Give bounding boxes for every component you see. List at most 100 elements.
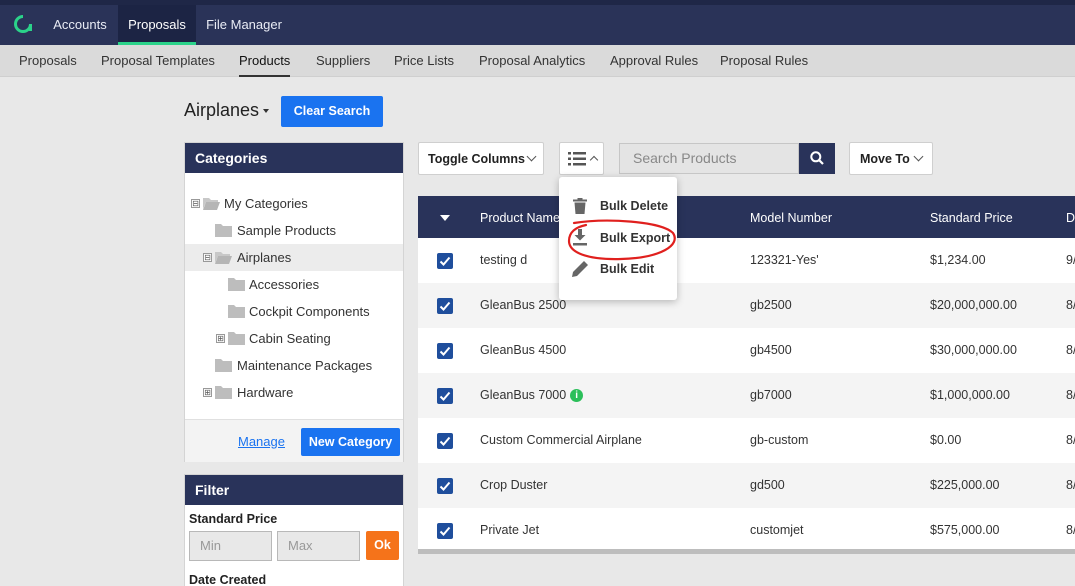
cell-model-number: gb-custom: [750, 433, 809, 447]
cell-product-name[interactable]: GleanBus 4500: [480, 328, 566, 373]
expand-icon[interactable]: ⊞: [203, 388, 212, 397]
folder-icon: [215, 224, 232, 237]
move-to-button[interactable]: Move To: [849, 142, 933, 175]
search-button[interactable]: [799, 143, 835, 174]
table-row[interactable]: testing d 123321-Yes' $1,234.00 9/: [418, 238, 1075, 283]
cell-product-name[interactable]: Custom Commercial Airplane: [480, 418, 642, 463]
cell-product-name[interactable]: Private Jet: [480, 508, 539, 553]
ok-button[interactable]: Ok: [366, 531, 399, 560]
row-checkbox[interactable]: [437, 388, 453, 404]
subnav-approval-rules[interactable]: Approval Rules: [610, 45, 698, 77]
tree-item-maintenance-packages[interactable]: Maintenance Packages: [185, 352, 403, 379]
tree-item-cabin-seating[interactable]: ⊞ Cabin Seating: [185, 325, 403, 352]
tree-item-label: Sample Products: [237, 223, 336, 238]
row-checkbox[interactable]: [437, 433, 453, 449]
categories-footer: Manage New Category: [185, 419, 403, 462]
table-row[interactable]: Private Jet customjet $575,000.00 8/: [418, 508, 1075, 553]
checkmark-icon: [439, 256, 451, 266]
cell-model-number: gb4500: [750, 343, 792, 357]
row-checkbox[interactable]: [437, 343, 453, 359]
topnav-proposals[interactable]: Proposals: [118, 5, 196, 45]
tree-item-sample-products[interactable]: Sample Products: [185, 217, 403, 244]
tree-item-label: My Categories: [224, 196, 308, 211]
search-input[interactable]: Search Products: [619, 143, 799, 174]
collapse-icon[interactable]: ⊟: [191, 199, 200, 208]
tree-item-label: Cockpit Components: [249, 304, 370, 319]
manage-link[interactable]: Manage: [238, 434, 285, 449]
folder-open-icon: [203, 198, 220, 210]
checkmark-icon: [439, 436, 451, 446]
cell-date: 8/: [1066, 298, 1075, 312]
table-row[interactable]: GleanBus 4500 gb4500 $30,000,000.00 8/: [418, 328, 1075, 373]
subnav-price-lists[interactable]: Price Lists: [394, 45, 454, 77]
tree-item-label: Airplanes: [237, 250, 292, 265]
cell-product-name[interactable]: Crop Duster: [480, 463, 547, 508]
topnav-file-manager[interactable]: File Manager: [196, 5, 292, 45]
expand-icon[interactable]: ⊞: [216, 334, 225, 343]
info-icon[interactable]: i: [570, 389, 584, 403]
move-to-label: Move To: [860, 152, 910, 166]
checkmark-icon: [439, 346, 451, 356]
table-row[interactable]: Crop Duster gd500 $225,000.00 8/: [418, 463, 1075, 508]
min-price-input[interactable]: Min: [189, 531, 272, 561]
toggle-columns-button[interactable]: Toggle Columns: [418, 142, 544, 175]
tree-item-accessories[interactable]: Accessories: [185, 271, 403, 298]
tree-item-label: Accessories: [249, 277, 320, 292]
category-dropdown[interactable]: Airplanes: [184, 100, 270, 121]
cell-standard-price: $1,000,000.00: [930, 388, 1010, 402]
chevron-down-icon: [913, 151, 924, 162]
row-checkbox[interactable]: [437, 253, 453, 269]
categories-panel: Categories ⊟ My Categories Sample Produc…: [184, 142, 404, 462]
subnav-proposal-templates[interactable]: Proposal Templates: [101, 45, 215, 77]
clear-search-button[interactable]: Clear Search: [281, 96, 383, 127]
subnav-products[interactable]: Products: [239, 45, 291, 77]
subnav-proposal-rules[interactable]: Proposal Rules: [720, 45, 808, 77]
table-row[interactable]: GleanBus 2500 gb2500 $20,000,000.00 8/: [418, 283, 1075, 328]
row-checkbox[interactable]: [437, 298, 453, 314]
column-model-number[interactable]: Model Number: [750, 196, 832, 238]
column-standard-price[interactable]: Standard Price: [930, 196, 1013, 238]
subnav-suppliers[interactable]: Suppliers: [316, 45, 370, 77]
subnav-proposal-analytics[interactable]: Proposal Analytics: [479, 45, 585, 77]
checkmark-icon: [439, 526, 451, 536]
row-checkbox[interactable]: [437, 478, 453, 494]
topnav-accounts[interactable]: Accounts: [42, 5, 118, 45]
categories-title: Categories: [185, 143, 403, 173]
sort-down-icon[interactable]: [440, 215, 450, 221]
tree-item-cockpit-components[interactable]: Cockpit Components: [185, 298, 403, 325]
cell-standard-price: $20,000,000.00: [930, 298, 1017, 312]
cell-model-number: customjet: [750, 523, 804, 537]
column-product-name[interactable]: Product Name: [480, 196, 560, 238]
list-icon: [568, 152, 586, 166]
sub-navigation: Proposals Proposal Templates Products Su…: [0, 45, 1075, 77]
row-checkbox[interactable]: [437, 523, 453, 539]
table-row[interactable]: GleanBus 7000i gb7000 $1,000,000.00 8/: [418, 373, 1075, 418]
cell-model-number: 123321-Yes': [750, 253, 819, 267]
table-row[interactable]: Custom Commercial Airplane gb-custom $0.…: [418, 418, 1075, 463]
tree-item-my-categories[interactable]: ⊟ My Categories: [185, 190, 403, 217]
menu-item-bulk-delete[interactable]: Bulk Delete: [559, 191, 677, 221]
column-date[interactable]: D: [1066, 196, 1075, 238]
new-category-button[interactable]: New Category: [301, 428, 400, 456]
chevron-down-icon: [526, 151, 537, 162]
folder-icon: [215, 386, 232, 399]
collapse-icon[interactable]: ⊟: [203, 253, 212, 262]
folder-icon: [228, 332, 245, 345]
bulk-actions-button[interactable]: [559, 142, 604, 175]
max-price-input[interactable]: Max: [277, 531, 360, 561]
folder-icon: [228, 305, 245, 318]
pencil-icon: [572, 261, 588, 277]
caret-down-icon: [263, 109, 270, 114]
app-logo-icon[interactable]: [13, 14, 33, 34]
subnav-proposals[interactable]: Proposals: [19, 45, 77, 77]
tree-item-airplanes[interactable]: ⊟ Airplanes: [185, 244, 403, 271]
cell-product-name[interactable]: GleanBus 7000 i: [480, 373, 584, 418]
checkmark-icon: [439, 391, 451, 401]
cell-standard-price: $1,234.00: [930, 253, 986, 267]
cell-product-name[interactable]: testing d: [480, 238, 527, 283]
cell-product-name[interactable]: GleanBus 2500: [480, 283, 566, 328]
tree-item-label: Maintenance Packages: [237, 358, 373, 373]
tree-item-label: Hardware: [237, 385, 294, 400]
folder-open-icon: [215, 252, 232, 264]
tree-item-hardware[interactable]: ⊞ Hardware: [185, 379, 403, 406]
